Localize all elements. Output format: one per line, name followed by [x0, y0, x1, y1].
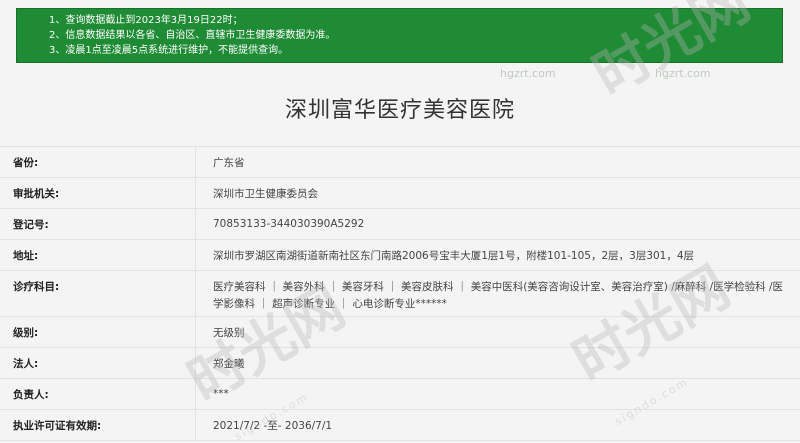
- table-row: 省份: 广东省: [0, 147, 800, 178]
- table-row: 地址: 深圳市罗湖区南湖街道新南社区东门南路2006号宝丰大厦1层1号，附楼10…: [0, 240, 800, 271]
- watermark-site: hgzrt.com: [500, 67, 556, 80]
- field-value: 医疗美容科 ｜ 美容外科 ｜ 美容牙科 ｜ 美容皮肤科 ｜ 美容中医科(美容咨询…: [213, 281, 784, 310]
- field-label: 负责人:: [0, 379, 196, 409]
- table-row: 负责人: ***: [0, 379, 800, 410]
- field-value: ***: [213, 388, 229, 400]
- info-table: 省份: 广东省 审批机关: 深圳市卫生健康委员会 登记号: 70853133-3…: [0, 146, 800, 441]
- field-label: 诊疗科目:: [0, 271, 196, 316]
- notice-line: 2、信息数据结果以各省、自治区、直辖市卫生健康委数据为准。: [49, 30, 336, 41]
- table-row: 审批机关: 深圳市卫生健康委员会: [0, 178, 800, 209]
- field-value: 深圳市罗湖区南湖街道新南社区东门南路2006号宝丰大厦1层1号，附楼101-10…: [213, 249, 695, 262]
- field-label: 登记号:: [0, 209, 196, 239]
- field-label: 执业许可证有效期:: [0, 410, 196, 440]
- notice-line: 3、凌晨1点至凌晨5点系统进行维护，不能提供查询。: [49, 45, 289, 56]
- field-label: 审批机关:: [0, 178, 196, 208]
- table-row: 法人: 郑金曦: [0, 348, 800, 379]
- table-row: 诊疗科目: 医疗美容科 ｜ 美容外科 ｜ 美容牙科 ｜ 美容皮肤科 ｜ 美容中医…: [0, 271, 800, 317]
- field-label: 地址:: [0, 240, 196, 270]
- field-label: 级别:: [0, 317, 196, 347]
- field-label: 法人:: [0, 348, 196, 378]
- notice-banner: 1、查询数据截止到2023年3月19日22时； 2、信息数据结果以各省、自治区、…: [16, 8, 783, 63]
- table-row: 级别: 无级别: [0, 317, 800, 348]
- table-row: 执业许可证有效期: 2021/7/2 -至- 2036/7/1: [0, 410, 800, 441]
- table-row: 登记号: 70853133-344030390A5292: [0, 209, 800, 240]
- watermark-site: hgzrt.com: [655, 67, 711, 80]
- field-value: 70853133-344030390A5292: [213, 218, 365, 230]
- field-value: 深圳市卫生健康委员会: [213, 187, 318, 200]
- field-value: 2021/7/2 -至- 2036/7/1: [213, 419, 333, 432]
- field-value: 郑金曦: [213, 357, 245, 370]
- field-value: 广东省: [213, 156, 245, 169]
- field-value: 无级别: [213, 326, 245, 339]
- page-title: 深圳富华医疗美容医院: [284, 98, 515, 123]
- field-label: 省份:: [0, 147, 196, 177]
- notice-line: 1、查询数据截止到2023年3月19日22时；: [49, 15, 243, 26]
